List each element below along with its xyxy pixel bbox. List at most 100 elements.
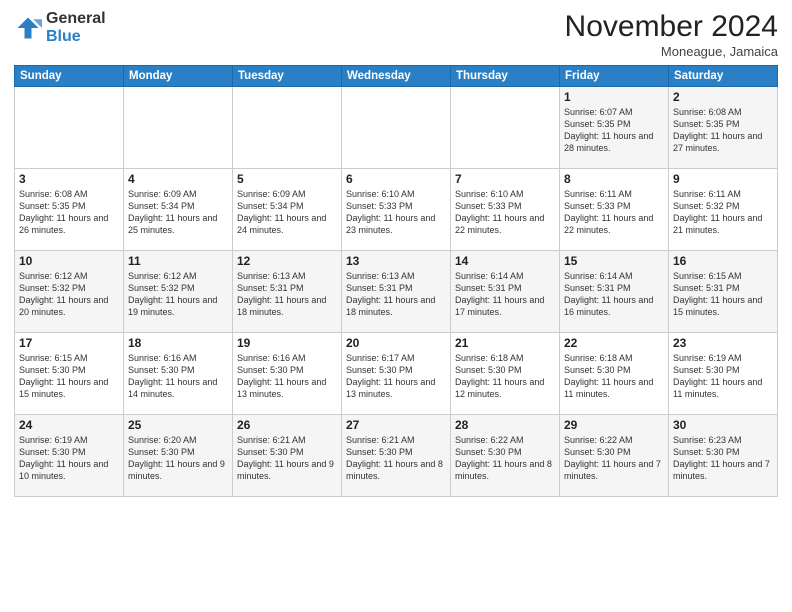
page: General Blue November 2024 Moneague, Jam… — [0, 0, 792, 612]
day-cell: 2 Sunrise: 6:08 AMSunset: 5:35 PMDaylight… — [669, 87, 778, 169]
header: General Blue November 2024 Moneague, Jam… — [14, 10, 778, 59]
day-cell: 21 Sunrise: 6:18 AMSunset: 5:30 PMDayligh… — [451, 333, 560, 415]
day-info: Sunrise: 6:21 AMSunset: 5:30 PMDaylight:… — [346, 435, 443, 481]
day-info: Sunrise: 6:12 AMSunset: 5:32 PMDaylight:… — [19, 271, 108, 317]
week-row-2: 10 Sunrise: 6:12 AMSunset: 5:32 PMDayligh… — [15, 251, 778, 333]
day-number: 13 — [346, 254, 446, 268]
day-info: Sunrise: 6:18 AMSunset: 5:30 PMDaylight:… — [564, 353, 653, 399]
day-number: 3 — [19, 172, 119, 186]
day-info: Sunrise: 6:18 AMSunset: 5:30 PMDaylight:… — [455, 353, 544, 399]
month-title: November 2024 — [565, 10, 778, 44]
day-info: Sunrise: 6:14 AMSunset: 5:31 PMDaylight:… — [455, 271, 544, 317]
day-number: 19 — [237, 336, 337, 350]
day-cell: 4Sunrise: 6:09 AMSunset: 5:34 PMDaylight… — [124, 169, 233, 251]
day-number: 29 — [564, 418, 664, 432]
day-number: 17 — [19, 336, 119, 350]
logo: General Blue — [14, 10, 106, 45]
day-number: 15 — [564, 254, 664, 268]
day-cell — [124, 87, 233, 169]
logo-general-text: General — [46, 10, 106, 27]
day-info: Sunrise: 6:22 AMSunset: 5:30 PMDaylight:… — [564, 435, 661, 481]
day-number: 22 — [564, 336, 664, 350]
week-row-0: 1Sunrise: 6:07 AMSunset: 5:35 PMDaylight… — [15, 87, 778, 169]
day-cell: 23 Sunrise: 6:19 AMSunset: 5:30 PMDayligh… — [669, 333, 778, 415]
week-row-1: 3 Sunrise: 6:08 AMSunset: 5:35 PMDaylight… — [15, 169, 778, 251]
col-monday: Monday — [124, 66, 233, 87]
day-cell: 24 Sunrise: 6:19 AMSunset: 5:30 PMDayligh… — [15, 415, 124, 497]
day-info: Sunrise: 6:10 AMSunset: 5:33 PMDaylight:… — [455, 189, 544, 235]
day-info: Sunrise: 6:10 AMSunset: 5:33 PMDaylight:… — [346, 189, 435, 235]
calendar-table: Sunday Monday Tuesday Wednesday Thursday… — [14, 65, 778, 497]
day-cell — [233, 87, 342, 169]
day-info: Sunrise: 6:12 AMSunset: 5:32 PMDaylight:… — [128, 271, 217, 317]
day-number: 4 — [128, 172, 228, 186]
day-cell: 19 Sunrise: 6:16 AMSunset: 5:30 PMDayligh… — [233, 333, 342, 415]
day-cell: 8 Sunrise: 6:11 AMSunset: 5:33 PMDaylight… — [560, 169, 669, 251]
day-info: Sunrise: 6:09 AMSunset: 5:34 PMDaylight:… — [237, 189, 326, 235]
day-cell: 25Sunrise: 6:20 AMSunset: 5:30 PMDayligh… — [124, 415, 233, 497]
day-number: 5 — [237, 172, 337, 186]
day-info: Sunrise: 6:15 AMSunset: 5:31 PMDaylight:… — [673, 271, 762, 317]
day-info: Sunrise: 6:23 AMSunset: 5:30 PMDaylight:… — [673, 435, 770, 481]
col-sunday: Sunday — [15, 66, 124, 87]
day-number: 8 — [564, 172, 664, 186]
day-cell: 6 Sunrise: 6:10 AMSunset: 5:33 PMDaylight… — [342, 169, 451, 251]
day-number: 16 — [673, 254, 773, 268]
day-info: Sunrise: 6:16 AMSunset: 5:30 PMDaylight:… — [128, 353, 217, 399]
day-info: Sunrise: 6:13 AMSunset: 5:31 PMDaylight:… — [346, 271, 435, 317]
day-number: 23 — [673, 336, 773, 350]
week-row-3: 17Sunrise: 6:15 AMSunset: 5:30 PMDayligh… — [15, 333, 778, 415]
day-info: Sunrise: 6:17 AMSunset: 5:30 PMDaylight:… — [346, 353, 435, 399]
day-cell — [342, 87, 451, 169]
col-friday: Friday — [560, 66, 669, 87]
week-row-4: 24 Sunrise: 6:19 AMSunset: 5:30 PMDayligh… — [15, 415, 778, 497]
day-cell: 30Sunrise: 6:23 AMSunset: 5:30 PMDayligh… — [669, 415, 778, 497]
day-info: Sunrise: 6:13 AMSunset: 5:31 PMDaylight:… — [237, 271, 326, 317]
day-info: Sunrise: 6:19 AMSunset: 5:30 PMDaylight:… — [19, 435, 108, 481]
day-number: 18 — [128, 336, 228, 350]
day-cell: 14Sunrise: 6:14 AMSunset: 5:31 PMDayligh… — [451, 251, 560, 333]
day-cell: 17Sunrise: 6:15 AMSunset: 5:30 PMDayligh… — [15, 333, 124, 415]
day-cell: 27 Sunrise: 6:21 AMSunset: 5:30 PMDayligh… — [342, 415, 451, 497]
col-wednesday: Wednesday — [342, 66, 451, 87]
day-info: Sunrise: 6:22 AMSunset: 5:30 PMDaylight:… — [455, 435, 552, 481]
day-cell: 11 Sunrise: 6:12 AMSunset: 5:32 PMDayligh… — [124, 251, 233, 333]
day-cell: 16 Sunrise: 6:15 AMSunset: 5:31 PMDayligh… — [669, 251, 778, 333]
day-info: Sunrise: 6:08 AMSunset: 5:35 PMDaylight:… — [673, 107, 762, 153]
day-number: 6 — [346, 172, 446, 186]
logo-text: General Blue — [46, 10, 106, 45]
day-number: 7 — [455, 172, 555, 186]
day-number: 27 — [346, 418, 446, 432]
day-cell: 5 Sunrise: 6:09 AMSunset: 5:34 PMDaylight… — [233, 169, 342, 251]
day-number: 28 — [455, 418, 555, 432]
day-cell: 13 Sunrise: 6:13 AMSunset: 5:31 PMDayligh… — [342, 251, 451, 333]
day-number: 2 — [673, 90, 773, 104]
day-info: Sunrise: 6:20 AMSunset: 5:30 PMDaylight:… — [128, 435, 225, 481]
day-number: 24 — [19, 418, 119, 432]
day-number: 10 — [19, 254, 119, 268]
logo-icon — [14, 14, 42, 42]
day-number: 11 — [128, 254, 228, 268]
day-cell: 29 Sunrise: 6:22 AMSunset: 5:30 PMDayligh… — [560, 415, 669, 497]
day-cell: 3 Sunrise: 6:08 AMSunset: 5:35 PMDaylight… — [15, 169, 124, 251]
day-info: Sunrise: 6:14 AMSunset: 5:31 PMDaylight:… — [564, 271, 653, 317]
day-info: Sunrise: 6:11 AMSunset: 5:33 PMDaylight:… — [564, 189, 653, 235]
col-tuesday: Tuesday — [233, 66, 342, 87]
day-cell: 12 Sunrise: 6:13 AMSunset: 5:31 PMDayligh… — [233, 251, 342, 333]
logo-blue-text: Blue — [46, 28, 81, 45]
day-number: 21 — [455, 336, 555, 350]
day-info: Sunrise: 6:16 AMSunset: 5:30 PMDaylight:… — [237, 353, 326, 399]
day-info: Sunrise: 6:08 AMSunset: 5:35 PMDaylight:… — [19, 189, 108, 235]
day-cell — [15, 87, 124, 169]
day-cell: 1Sunrise: 6:07 AMSunset: 5:35 PMDaylight… — [560, 87, 669, 169]
day-info: Sunrise: 6:19 AMSunset: 5:30 PMDaylight:… — [673, 353, 762, 399]
title-block: November 2024 Moneague, Jamaica — [565, 10, 778, 59]
day-number: 20 — [346, 336, 446, 350]
header-row: Sunday Monday Tuesday Wednesday Thursday… — [15, 66, 778, 87]
day-info: Sunrise: 6:07 AMSunset: 5:35 PMDaylight:… — [564, 107, 653, 153]
day-number: 12 — [237, 254, 337, 268]
day-cell — [451, 87, 560, 169]
day-info: Sunrise: 6:21 AMSunset: 5:30 PMDaylight:… — [237, 435, 334, 481]
day-cell: 22 Sunrise: 6:18 AMSunset: 5:30 PMDayligh… — [560, 333, 669, 415]
day-cell: 26Sunrise: 6:21 AMSunset: 5:30 PMDayligh… — [233, 415, 342, 497]
